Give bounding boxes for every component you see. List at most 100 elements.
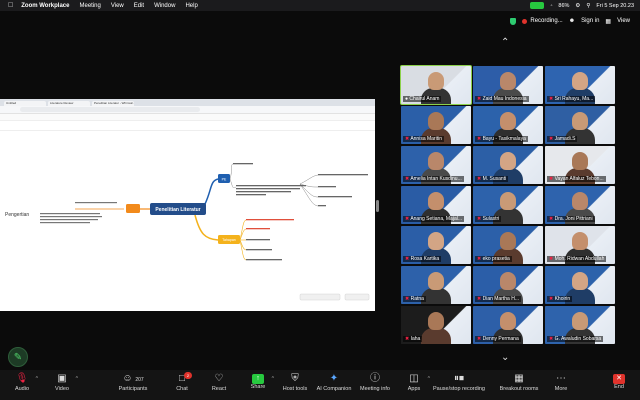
gallery-prev-chevron-icon[interactable]: ⌃ [501,37,509,48]
user-icon[interactable]: ☻ [569,18,575,24]
breakout-grid-icon: ▦ [514,373,524,384]
left-label-0: Pengertian [5,212,29,218]
search-icon[interactable]: ⚲ [586,3,590,9]
participant-face [500,232,516,250]
sign-in-link[interactable]: Sign in [581,18,599,24]
participant-name-text: Denny Permana [482,336,519,342]
participant-name: ✖ Jamadi.S [547,136,578,142]
participant-gallery: ● Chairul Anam ✖ Zaid Mau Indonesia ✖ Sri … [400,65,615,346]
host-tools-label: Host tools [282,386,308,392]
participant-name: ✖ Anang Setiana, Majal... [403,216,465,222]
video-camera-icon: ▣ [57,373,67,384]
chat-label: Chat [176,386,188,392]
menu-edit[interactable]: Edit [134,3,144,9]
participant-name: ✖ Dian Martha H... [475,296,521,302]
video-button[interactable]: ▣ Video ^ [40,372,84,392]
participant-tile[interactable]: ✖ Sri Rahayu, Ma... [545,66,615,104]
participant-tile[interactable]: ✖ Sulastri [473,186,543,224]
view-button[interactable]: View [617,18,630,24]
participant-name: ● Chairul Anam [403,96,442,102]
participant-tile[interactable]: ✖ Moh. Ridwan Abdullah [545,226,615,264]
participant-name: ✖ Rosa Kartika [403,256,442,262]
participant-tile[interactable]: ✖ eko prasetia [473,226,543,264]
pause-stop-icon: ⏸⏹ [454,373,464,384]
participant-name-text: Bayu - Tasikmalaya [482,136,526,142]
annotate-pencil-button[interactable]: ✎ [8,347,28,367]
participant-tile[interactable]: ✖ Khoirin [545,266,615,304]
view-grid-icon[interactable]: ▦ [605,18,611,25]
bottom-node-label: Tahapan [222,238,235,242]
participant-name: ✖ Zaid Mau Indonesia [475,96,529,102]
menu-meeting[interactable]: Meeting [79,3,100,9]
security-shield-icon[interactable] [510,17,517,25]
participant-face [428,112,444,130]
breakout-rooms-button[interactable]: ▦ Breakout rooms [497,372,541,392]
participant-name: ✖ Khoirin [547,296,573,302]
control-center-icon[interactable]: ⚙ [575,3,580,9]
participant-tile[interactable]: ✖ Anang Setiana, Majal... [401,186,471,224]
meeting-toolbar: 🎙 Audio ^ ▣ Video ^ ☺ 207 Participants □… [0,370,640,400]
participant-tile[interactable]: ✖ Denny Permana [473,306,543,344]
menu-help[interactable]: Help [185,3,197,9]
participant-tile[interactable]: ✖ G. Awaludin Sobarsa [545,306,615,344]
wifi-icon[interactable]: ◦ [550,3,552,9]
branch-top [204,178,219,205]
participant-tile[interactable]: ✖ Amelia Intan Kusdinu... [401,146,471,184]
participant-face [500,112,516,130]
participants-count: 207 [135,377,144,383]
participant-face [572,152,588,170]
pause-recording-button[interactable]: ⏸⏹ Pause/stop recording [433,372,485,392]
participant-tile[interactable]: ✖ Dian Martha H... [473,266,543,304]
participants-label: Participants [118,386,148,392]
react-button[interactable]: ♡ React [197,372,241,392]
menu-app-name[interactable]: Zoom Workplace [21,3,69,9]
participant-face [572,192,588,210]
participant-tile[interactable]: ✖ Jamadi.S [545,106,615,144]
apps-caret-icon[interactable]: ^ [428,376,430,382]
recording-label: Recording... [530,18,563,24]
participant-tile[interactable]: ✖ Vayan Alfaluz Tebon... [545,146,615,184]
participant-tile[interactable]: ✖ Annisa Maritin [401,106,471,144]
participant-name-text: M. Susanti [482,176,507,182]
participant-name-text: Dra. Joni Pittriani [554,216,593,222]
menu-window[interactable]: Window [154,3,175,9]
pencil-icon: ✎ [13,351,23,363]
apps-button[interactable]: ◫ Apps ^ [392,372,436,392]
participant-tile[interactable]: ✖ Zaid Mau Indonesia [473,66,543,104]
participant-face [428,272,444,290]
zoom-controls [299,293,341,301]
participants-button[interactable]: ☺ 207 Participants [111,372,155,392]
meeting-info-button[interactable]: ⓘ Meeting info [353,372,397,392]
participant-tile[interactable]: ✖ M. Susanti [473,146,543,184]
view-controls [344,293,370,301]
end-button[interactable]: ✕ End [597,372,640,390]
share-label: Share [250,384,266,390]
host-tools-button[interactable]: ⛨ Host tools [273,372,317,392]
participant-name: ✖ Dra. Joni Pittriani [547,216,595,222]
participant-tile[interactable]: ✖ Rosa Kartika [401,226,471,264]
more-button[interactable]: ⋯ More [539,372,583,392]
split-view-handle[interactable] [376,200,379,212]
participant-tile[interactable]: ✖ Ratna [401,266,471,304]
audio-button[interactable]: 🎙 Audio ^ [0,372,44,392]
shared-screen: Untitled Literature Review Penelitian Li… [0,99,375,311]
datetime[interactable]: Fri 5 Sep 20.23 [596,3,634,9]
menu-view[interactable]: View [111,3,124,9]
participant-name-text: Dian Martha H... [482,296,519,302]
apple-icon[interactable]:  [8,2,13,9]
end-label: End [614,384,624,390]
participants-icon: ☺ 207 [122,373,144,384]
participant-face [572,312,588,330]
video-caret-icon[interactable]: ^ [76,376,78,382]
participant-tile[interactable]: ● Chairul Anam [400,65,472,105]
participant-tile[interactable]: ✖ Iaha [401,306,471,344]
audio-caret-icon[interactable]: ^ [36,376,38,382]
participant-face [500,312,516,330]
participant-tile[interactable]: ✖ Bayu - Tasikmalaya [473,106,543,144]
participant-tile[interactable]: ✖ Dra. Joni Pittriani [545,186,615,224]
gallery-next-chevron-icon[interactable]: ⌄ [501,352,509,363]
zoom-status-icon[interactable] [530,2,545,9]
ai-companion-button[interactable]: ✦ AI Companion [312,372,356,392]
participant-face [500,72,516,90]
recording-indicator[interactable]: Recording... [522,18,563,24]
